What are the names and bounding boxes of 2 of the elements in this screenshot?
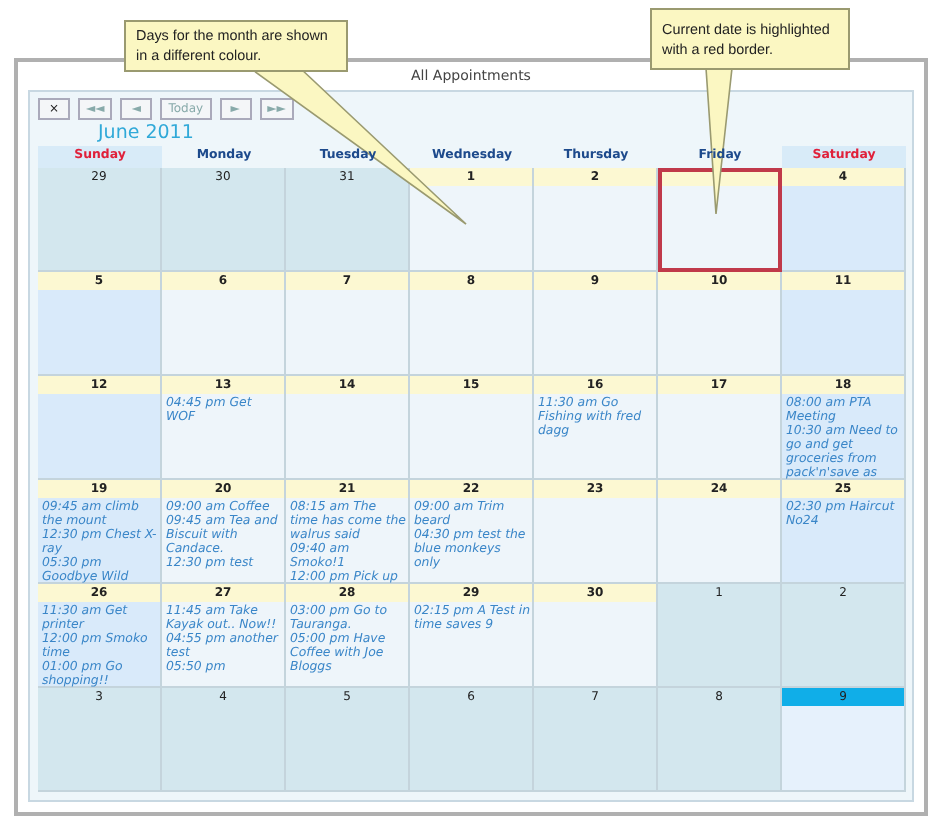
day-cell[interactable] [658, 168, 782, 272]
month-title: June 2011 [98, 122, 196, 144]
